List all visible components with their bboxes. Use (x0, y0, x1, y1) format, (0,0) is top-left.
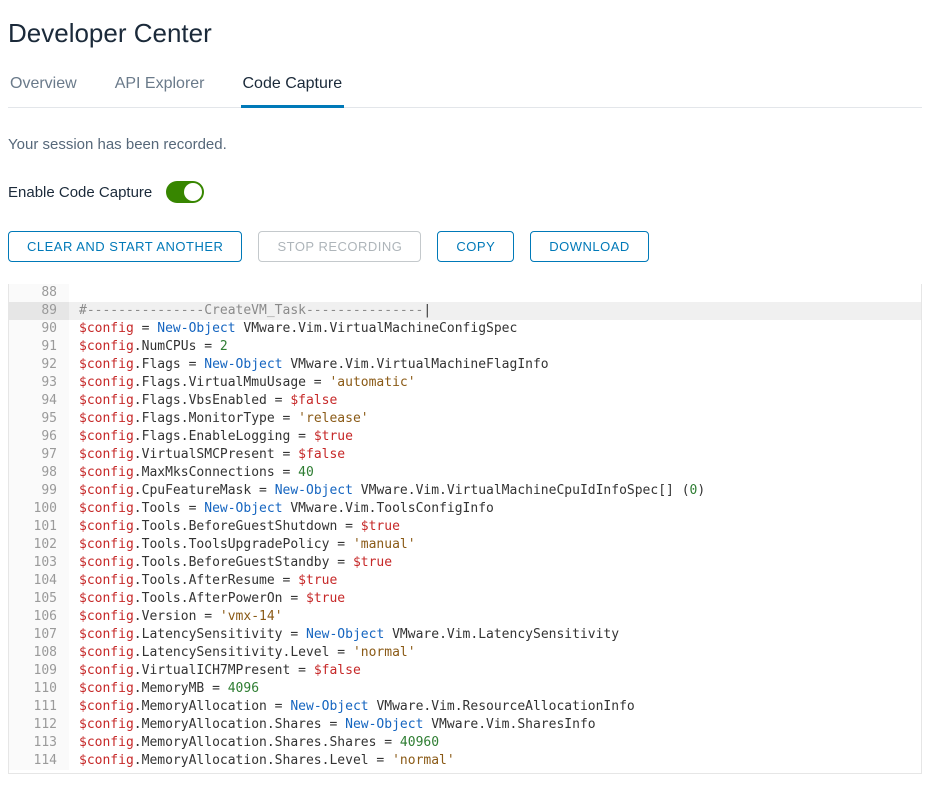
line-number: 91 (9, 338, 69, 356)
code-content[interactable]: $config.Tools.BeforeGuestShutdown = $tru… (69, 518, 400, 536)
code-content[interactable]: $config.Tools.AfterPowerOn = $true (69, 590, 345, 608)
code-content[interactable]: $config.Tools.ToolsUpgradePolicy = 'manu… (69, 536, 416, 554)
line-number: 106 (9, 608, 69, 626)
line-number: 89 (9, 302, 69, 320)
code-line[interactable]: 107$config.LatencySensitivity = New-Obje… (9, 626, 921, 644)
code-content[interactable]: $config.MemoryAllocation.Shares.Level = … (69, 752, 455, 770)
code-content[interactable]: $config.LatencySensitivity.Level = 'norm… (69, 644, 416, 662)
line-number: 88 (9, 284, 69, 302)
code-line[interactable]: 111$config.MemoryAllocation = New-Object… (9, 698, 921, 716)
code-line[interactable]: 105$config.Tools.AfterPowerOn = $true (9, 590, 921, 608)
code-line[interactable]: 109$config.VirtualICH7MPresent = $false (9, 662, 921, 680)
code-line[interactable]: 110$config.MemoryMB = 4096 (9, 680, 921, 698)
line-number: 90 (9, 320, 69, 338)
page-title: Developer Center (8, 18, 922, 49)
code-content[interactable]: $config.MemoryMB = 4096 (69, 680, 259, 698)
code-line[interactable]: 100$config.Tools = New-Object VMware.Vim… (9, 500, 921, 518)
line-number: 112 (9, 716, 69, 734)
code-content[interactable]: $config.Flags.VbsEnabled = $false (69, 392, 337, 410)
code-line[interactable]: 96$config.Flags.EnableLogging = $true (9, 428, 921, 446)
line-number: 101 (9, 518, 69, 536)
code-line[interactable]: 89#---------------CreateVM_Task---------… (9, 302, 921, 320)
line-number: 109 (9, 662, 69, 680)
code-content[interactable]: $config.NumCPUs = 2 (69, 338, 228, 356)
line-number: 92 (9, 356, 69, 374)
code-content[interactable]: $config.Tools = New-Object VMware.Vim.To… (69, 500, 494, 518)
code-line[interactable]: 99$config.CpuFeatureMask = New-Object VM… (9, 482, 921, 500)
code-line[interactable]: 101$config.Tools.BeforeGuestShutdown = $… (9, 518, 921, 536)
code-content[interactable]: #---------------CreateVM_Task-----------… (69, 302, 431, 320)
status-message: Your session has been recorded. (8, 136, 922, 153)
line-number: 114 (9, 752, 69, 770)
code-content[interactable]: $config.CpuFeatureMask = New-Object VMwa… (69, 482, 705, 500)
line-number: 105 (9, 590, 69, 608)
code-line[interactable]: 97$config.VirtualSMCPresent = $false (9, 446, 921, 464)
enable-code-capture-toggle[interactable] (166, 181, 204, 203)
line-number: 99 (9, 482, 69, 500)
line-number: 95 (9, 410, 69, 428)
line-number: 113 (9, 734, 69, 752)
line-number: 102 (9, 536, 69, 554)
code-line[interactable]: 94$config.Flags.VbsEnabled = $false (9, 392, 921, 410)
code-content[interactable]: $config.Tools.BeforeGuestStandby = $true (69, 554, 392, 572)
tab-api-explorer[interactable]: API Explorer (113, 75, 207, 108)
tab-overview[interactable]: Overview (8, 75, 79, 108)
code-line[interactable]: 114$config.MemoryAllocation.Shares.Level… (9, 752, 921, 770)
code-line[interactable]: 95$config.Flags.MonitorType = 'release' (9, 410, 921, 428)
code-content[interactable]: $config.Flags.VirtualMmuUsage = 'automat… (69, 374, 416, 392)
code-line[interactable]: 98$config.MaxMksConnections = 40 (9, 464, 921, 482)
code-line[interactable]: 88 (9, 284, 921, 302)
line-number: 94 (9, 392, 69, 410)
code-line[interactable]: 106$config.Version = 'vmx-14' (9, 608, 921, 626)
code-editor[interactable]: 8889#---------------CreateVM_Task-------… (8, 284, 922, 774)
line-number: 111 (9, 698, 69, 716)
line-number: 98 (9, 464, 69, 482)
code-content[interactable]: $config.LatencySensitivity = New-Object … (69, 626, 619, 644)
code-content[interactable]: $config.VirtualSMCPresent = $false (69, 446, 345, 464)
line-number: 100 (9, 500, 69, 518)
code-line[interactable]: 92$config.Flags = New-Object VMware.Vim.… (9, 356, 921, 374)
line-number: 96 (9, 428, 69, 446)
code-line[interactable]: 113$config.MemoryAllocation.Shares.Share… (9, 734, 921, 752)
code-content[interactable]: $config.MemoryAllocation.Shares = New-Ob… (69, 716, 596, 734)
code-content[interactable]: $config.Flags.EnableLogging = $true (69, 428, 353, 446)
code-content[interactable]: $config.Tools.AfterResume = $true (69, 572, 337, 590)
line-number: 97 (9, 446, 69, 464)
code-line[interactable]: 91$config.NumCPUs = 2 (9, 338, 921, 356)
code-line[interactable]: 104$config.Tools.AfterResume = $true (9, 572, 921, 590)
enable-code-capture-label: Enable Code Capture (8, 184, 152, 201)
code-content[interactable]: $config.MemoryAllocation = New-Object VM… (69, 698, 635, 716)
code-content[interactable]: $config.MemoryAllocation.Shares.Shares =… (69, 734, 439, 752)
enable-code-capture-row: Enable Code Capture (8, 181, 922, 203)
action-button-row: CLEAR AND START ANOTHER STOP RECORDING C… (8, 231, 922, 262)
code-line[interactable]: 103$config.Tools.BeforeGuestStandby = $t… (9, 554, 921, 572)
code-content[interactable] (69, 284, 79, 302)
code-content[interactable]: $config = New-Object VMware.Vim.VirtualM… (69, 320, 517, 338)
line-number: 110 (9, 680, 69, 698)
tabs: Overview API Explorer Code Capture (8, 75, 922, 108)
code-line[interactable]: 93$config.Flags.VirtualMmuUsage = 'autom… (9, 374, 921, 392)
code-content[interactable]: $config.VirtualICH7MPresent = $false (69, 662, 361, 680)
code-content[interactable]: $config.Flags.MonitorType = 'release' (69, 410, 369, 428)
code-line[interactable]: 112$config.MemoryAllocation.Shares = New… (9, 716, 921, 734)
code-line[interactable]: 102$config.Tools.ToolsUpgradePolicy = 'm… (9, 536, 921, 554)
line-number: 104 (9, 572, 69, 590)
clear-and-start-another-button[interactable]: CLEAR AND START ANOTHER (8, 231, 242, 262)
code-content[interactable]: $config.Version = 'vmx-14' (69, 608, 283, 626)
line-number: 108 (9, 644, 69, 662)
tab-code-capture[interactable]: Code Capture (241, 75, 345, 108)
download-button[interactable]: DOWNLOAD (530, 231, 649, 262)
code-line[interactable]: 108$config.LatencySensitivity.Level = 'n… (9, 644, 921, 662)
stop-recording-button: STOP RECORDING (258, 231, 421, 262)
line-number: 107 (9, 626, 69, 644)
code-line[interactable]: 90$config = New-Object VMware.Vim.Virtua… (9, 320, 921, 338)
code-content[interactable]: $config.MaxMksConnections = 40 (69, 464, 314, 482)
code-content[interactable]: $config.Flags = New-Object VMware.Vim.Vi… (69, 356, 549, 374)
copy-button[interactable]: COPY (437, 231, 514, 262)
line-number: 103 (9, 554, 69, 572)
line-number: 93 (9, 374, 69, 392)
